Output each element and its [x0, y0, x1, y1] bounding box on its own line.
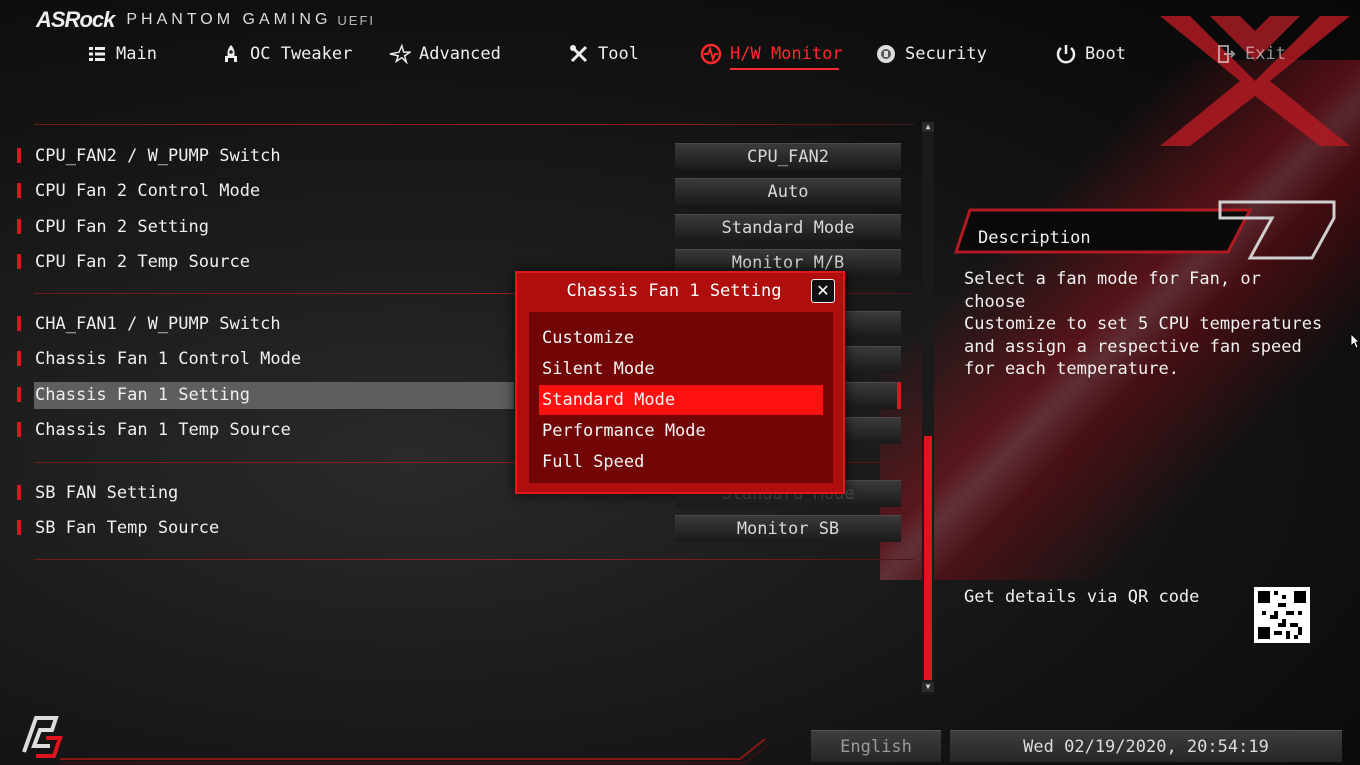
setting-label: CPU Fan 2 Temp Source [35, 252, 250, 272]
xx-logo-decoration [1160, 16, 1350, 146]
power-icon [1055, 43, 1077, 65]
setting-row-cpu-fan2-switch[interactable]: CPU_FAN2 / W_PUMP Switch CPU_FAN2 [14, 143, 904, 170]
description-title: Description [978, 228, 1091, 248]
setting-row-cpu-fan2-setting[interactable]: CPU Fan 2 Setting Standard Mode [14, 214, 904, 241]
qr-code-icon [1254, 587, 1310, 643]
qr-label: Get details via QR code [964, 587, 1200, 607]
row-marker [17, 183, 21, 198]
tab-tool[interactable]: Tool [568, 40, 639, 68]
description-text: Select a fan mode for Fan, or choose Cus… [964, 269, 1323, 379]
row-marker [17, 422, 21, 437]
row-marker [17, 485, 21, 500]
tab-label: Advanced [419, 44, 501, 64]
phantom-gaming-text: PHANTOM GAMING [126, 11, 332, 28]
exit-icon [1215, 43, 1237, 65]
setting-value-button[interactable]: Auto [675, 178, 901, 205]
asrock-logo: ASRock [36, 7, 115, 32]
row-marker [17, 520, 21, 535]
star-icon [389, 43, 411, 65]
option-customize[interactable]: Customize [539, 323, 823, 353]
setting-row-cpu-fan2-control-mode[interactable]: CPU Fan 2 Control Mode Auto [14, 178, 904, 205]
scroll-down-arrow-icon[interactable]: ▼ [922, 682, 934, 692]
row-marker [17, 254, 21, 269]
tools-icon [568, 43, 590, 65]
close-button[interactable]: ✕ [811, 279, 835, 303]
language-selector[interactable]: English [811, 730, 941, 762]
tab-label: Boot [1085, 44, 1126, 64]
divider [34, 124, 914, 125]
setting-label: SB FAN Setting [35, 483, 179, 503]
monitor-icon [700, 43, 722, 65]
tab-advanced[interactable]: Advanced [389, 40, 501, 68]
tab-main[interactable]: Main [86, 40, 157, 68]
brand-header: ASRock PHANTOM GAMING UEFI [36, 6, 375, 34]
dialog-title: Chassis Fan 1 Setting [566, 281, 782, 301]
list-icon [86, 43, 108, 65]
tab-hw-monitor[interactable]: H/W Monitor [700, 40, 843, 70]
tab-label: H/W Monitor [730, 44, 843, 64]
setting-label: CHA_FAN1 / W_PUMP Switch [35, 314, 281, 334]
shield-icon [875, 43, 897, 65]
setting-value-button[interactable]: Monitor SB [675, 515, 901, 542]
row-marker [17, 148, 21, 163]
row-marker [17, 316, 21, 331]
uefi-text: UEFI [337, 12, 376, 28]
setting-label: CPU Fan 2 Control Mode [35, 181, 261, 201]
setting-value-button[interactable]: Standard Mode [675, 214, 901, 241]
tab-label: OC Tweaker [250, 44, 353, 64]
rocket-icon [220, 43, 242, 65]
option-list: Customize Silent Mode Standard Mode Perf… [529, 312, 833, 483]
setting-label: Chassis Fan 1 Temp Source [35, 420, 291, 440]
setting-label: Chassis Fan 1 Setting [35, 385, 250, 405]
tab-label: Main [116, 44, 157, 64]
datetime-display: Wed 02/19/2020, 20:54:19 [950, 730, 1342, 762]
tab-security[interactable]: Security [875, 40, 987, 68]
mouse-cursor-icon [1350, 333, 1360, 349]
setting-label: SB Fan Temp Source [35, 518, 220, 538]
phantom-gaming-logo-icon [22, 716, 63, 758]
tab-label: Security [905, 44, 987, 64]
row-marker [17, 351, 21, 366]
tab-exit[interactable]: Exit [1215, 40, 1286, 68]
tab-label: Exit [1245, 44, 1286, 64]
setting-value-button[interactable]: CPU_FAN2 [675, 143, 901, 170]
tab-label: Tool [598, 44, 639, 64]
fan-setting-dialog: Chassis Fan 1 Setting ✕ Customize Silent… [515, 271, 845, 494]
option-full-speed[interactable]: Full Speed [539, 447, 823, 477]
option-silent-mode[interactable]: Silent Mode [539, 354, 823, 384]
setting-row-sb-fan-temp-source[interactable]: SB Fan Temp Source Monitor SB [14, 515, 904, 542]
scroll-up-arrow-icon[interactable]: ▲ [922, 122, 934, 132]
option-performance-mode[interactable]: Performance Mode [539, 416, 823, 446]
setting-label: Chassis Fan 1 Control Mode [35, 349, 302, 369]
tab-boot[interactable]: Boot [1055, 40, 1126, 68]
row-marker [17, 219, 21, 234]
setting-label: CPU Fan 2 Setting [35, 217, 209, 237]
footer-accent-line [60, 738, 771, 764]
row-marker [17, 387, 21, 402]
setting-label: CPU_FAN2 / W_PUMP Switch [35, 146, 281, 166]
divider [34, 559, 914, 560]
scrollbar-thumb[interactable] [924, 436, 932, 680]
option-standard-mode[interactable]: Standard Mode [539, 385, 823, 415]
tab-oc-tweaker[interactable]: OC Tweaker [220, 40, 352, 68]
